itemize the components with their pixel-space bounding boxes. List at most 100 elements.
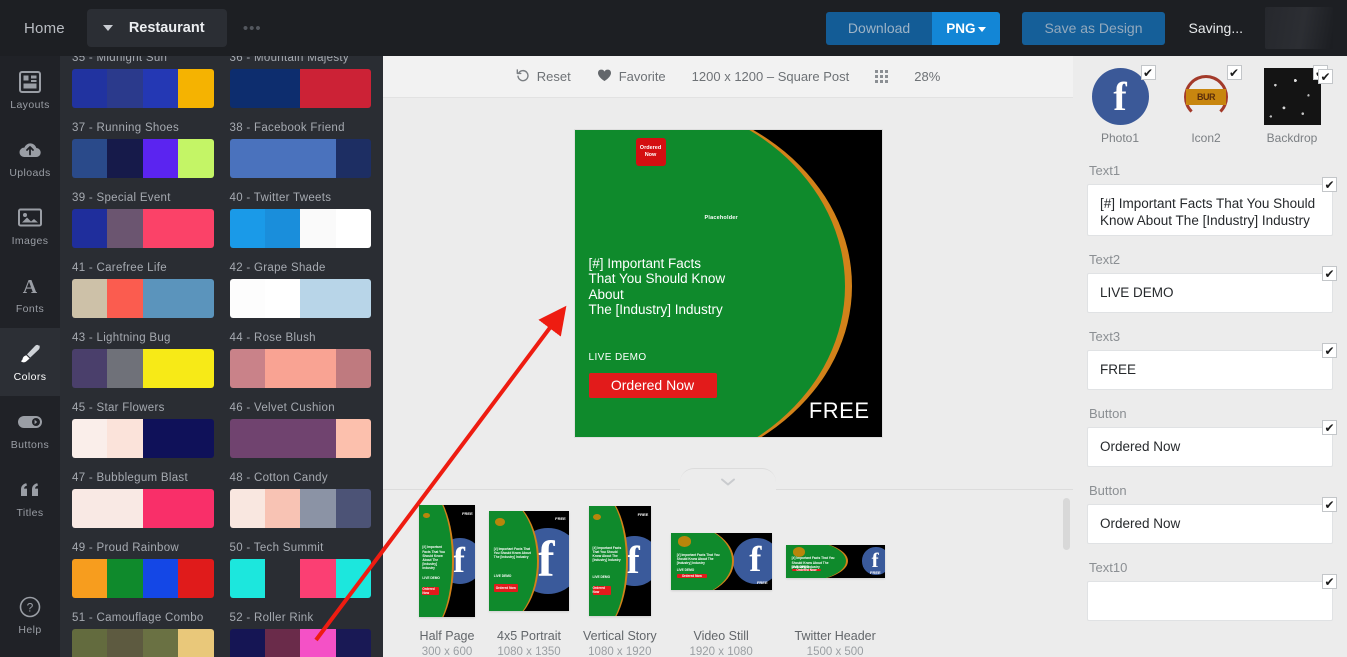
- swatch-color[interactable]: [107, 629, 143, 657]
- thumbnail-item[interactable]: f [#] Important Facts That You Should Kno…: [583, 502, 657, 657]
- format-select-png[interactable]: PNG: [932, 11, 1001, 45]
- swatch-color[interactable]: [229, 559, 265, 598]
- thumbnail-preview[interactable]: f [#] Important Facts That You Should Kno…: [670, 532, 772, 590]
- assets-row-checkbox[interactable]: ✔: [1318, 69, 1333, 84]
- palette-item[interactable]: 50 - Tech Summit: [229, 528, 371, 598]
- palette-swatch[interactable]: [72, 629, 214, 657]
- swatch-color[interactable]: [107, 279, 143, 318]
- swatch-color[interactable]: [229, 209, 265, 248]
- palette-item[interactable]: 45 - Star Flowers: [72, 388, 214, 458]
- more-options-button[interactable]: •••: [243, 20, 262, 37]
- swatch-color[interactable]: [142, 209, 179, 248]
- project-selector[interactable]: Restaurant: [86, 9, 227, 47]
- swatch-color[interactable]: [72, 209, 108, 248]
- swatch-color[interactable]: [142, 279, 179, 318]
- palette-item[interactable]: 49 - Proud Rainbow: [72, 528, 214, 598]
- palette-swatch[interactable]: [72, 559, 214, 598]
- thumbnail-strip[interactable]: f [#] Important Facts That You Should Kno…: [383, 490, 1073, 657]
- text-input-text2[interactable]: LIVE DEMO: [1087, 273, 1333, 313]
- swatch-color[interactable]: [264, 629, 301, 657]
- swatch-color[interactable]: [142, 489, 179, 528]
- swatch-color[interactable]: [107, 559, 143, 598]
- swatch-color[interactable]: [107, 209, 143, 248]
- asset-checkbox[interactable]: ✔: [1140, 65, 1156, 80]
- swatch-color[interactable]: [107, 349, 143, 388]
- grid-toggle-button[interactable]: [875, 70, 889, 83]
- thumbnail-item[interactable]: f [#] Important Facts That You Should Kno…: [419, 502, 475, 657]
- palette-item[interactable]: 44 - Rose Blush: [229, 318, 371, 388]
- swatch-color[interactable]: [72, 629, 108, 657]
- palette-swatch[interactable]: [72, 139, 214, 178]
- field-checkbox[interactable]: ✔: [1322, 266, 1337, 281]
- field-checkbox[interactable]: ✔: [1322, 343, 1337, 358]
- swatch-color[interactable]: [178, 559, 214, 598]
- swatch-color[interactable]: [335, 209, 371, 248]
- palette-item[interactable]: 48 - Cotton Candy: [229, 458, 371, 528]
- sidebar-item-colors[interactable]: Colors: [0, 328, 60, 396]
- swatch-color[interactable]: [178, 69, 214, 108]
- swatch-color[interactable]: [107, 419, 143, 458]
- field-checkbox[interactable]: ✔: [1322, 177, 1337, 192]
- field-checkbox[interactable]: ✔: [1322, 497, 1337, 512]
- palette-swatch[interactable]: [229, 139, 371, 178]
- palette-swatch[interactable]: [229, 559, 371, 598]
- asset-backdrop[interactable]: ✔ Backdrop: [1259, 65, 1328, 145]
- swatch-color[interactable]: [335, 629, 371, 657]
- swatch-color[interactable]: [300, 139, 336, 178]
- palette-swatch[interactable]: [229, 419, 371, 458]
- thumbnail-item[interactable]: f [#] Important Facts That You Should Kno…: [489, 502, 569, 657]
- text-input-text1[interactable]: [#] Important Facts That You Should Know…: [1087, 184, 1333, 236]
- swatch-color[interactable]: [229, 279, 265, 318]
- field-checkbox[interactable]: ✔: [1322, 574, 1337, 589]
- swatch-color[interactable]: [335, 559, 371, 598]
- swatch-color[interactable]: [142, 69, 179, 108]
- palette-item[interactable]: 39 - Special Event: [72, 178, 214, 248]
- text-input-text10[interactable]: [1087, 581, 1333, 621]
- thumbnail-item[interactable]: f [#] Important Facts That You Should Kno…: [785, 502, 885, 657]
- swatch-color[interactable]: [72, 559, 108, 598]
- palette-item[interactable]: 41 - Carefree Life: [72, 248, 214, 318]
- swatch-color[interactable]: [335, 349, 371, 388]
- swatch-color[interactable]: [142, 419, 179, 458]
- swatch-color[interactable]: [300, 559, 336, 598]
- palette-swatch[interactable]: [72, 419, 214, 458]
- swatch-color[interactable]: [335, 69, 371, 108]
- swatch-color[interactable]: [107, 69, 143, 108]
- swatch-color[interactable]: [335, 489, 371, 528]
- collapse-toggle[interactable]: [680, 468, 776, 490]
- asset-icon2[interactable]: BUR ✔ Icon2: [1173, 65, 1242, 145]
- swatch-color[interactable]: [72, 279, 108, 318]
- design-canvas[interactable]: Ordered Now Placeholder [#] Important Fa…: [574, 129, 882, 437]
- swatch-color[interactable]: [300, 209, 336, 248]
- download-button[interactable]: Download: [825, 11, 933, 45]
- home-link[interactable]: Home: [14, 14, 75, 43]
- thumbnail-preview[interactable]: f [#] Important Facts That You Should Kno…: [588, 506, 651, 616]
- swatch-color[interactable]: [264, 69, 301, 108]
- sidebar-item-buttons[interactable]: Buttons: [0, 396, 60, 464]
- palette-swatch[interactable]: [229, 629, 371, 657]
- swatch-color[interactable]: [142, 349, 179, 388]
- asset-checkbox[interactable]: ✔: [1226, 65, 1242, 80]
- swatch-color[interactable]: [178, 279, 214, 318]
- thumbnail-preview[interactable]: f [#] Important Facts That You Should Kno…: [489, 511, 569, 611]
- palette-item[interactable]: 52 - Roller Rink: [229, 598, 371, 657]
- swatch-color[interactable]: [72, 489, 108, 528]
- swatch-color[interactable]: [178, 349, 214, 388]
- palette-item[interactable]: 38 - Facebook Friend: [229, 108, 371, 178]
- palette-item[interactable]: 37 - Running Shoes: [72, 108, 214, 178]
- swatch-color[interactable]: [178, 629, 214, 657]
- swatch-color[interactable]: [300, 489, 336, 528]
- palette-item[interactable]: 35 - Midnight Sun: [72, 56, 214, 108]
- text-input-text3[interactable]: FREE: [1087, 350, 1333, 390]
- palette-swatch[interactable]: [72, 489, 214, 528]
- sidebar-item-images[interactable]: Images: [0, 192, 60, 260]
- palette-item[interactable]: 42 - Grape Shade: [229, 248, 371, 318]
- swatch-color[interactable]: [142, 139, 179, 178]
- sidebar-item-fonts[interactable]: A Fonts: [0, 260, 60, 328]
- palette-item[interactable]: 46 - Velvet Cushion: [229, 388, 371, 458]
- palette-item[interactable]: 47 - Bubblegum Blast: [72, 458, 214, 528]
- palette-item[interactable]: 36 - Mountain Majesty: [229, 56, 371, 108]
- swatch-color[interactable]: [264, 139, 301, 178]
- thumbnail-item[interactable]: f [#] Important Facts That You Should Kno…: [670, 502, 772, 657]
- swatch-color[interactable]: [142, 629, 179, 657]
